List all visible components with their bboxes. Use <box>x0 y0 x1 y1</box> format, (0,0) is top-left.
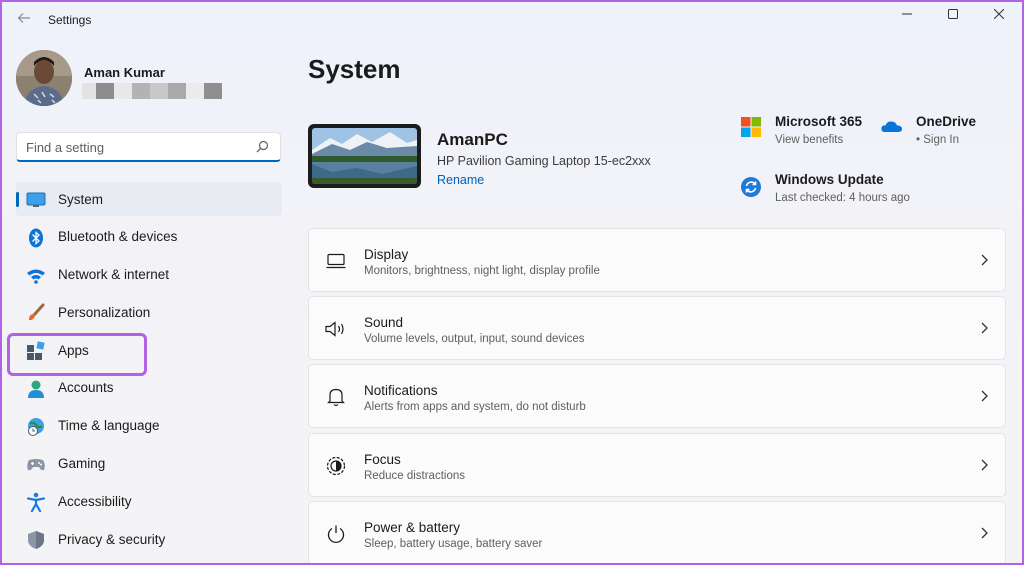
card-subtitle: Reduce distractions <box>364 469 465 482</box>
card-subtitle: Alerts from apps and system, do not dist… <box>364 401 586 414</box>
sidebar-item-label: Privacy & security <box>58 531 166 547</box>
gamepad-icon <box>26 455 46 475</box>
accounts-icon <box>26 379 46 399</box>
card-title: Focus <box>364 451 401 467</box>
chevron-right-icon <box>979 253 989 267</box>
notifications-card[interactable]: Notifications Alerts from apps and syste… <box>308 364 1006 429</box>
search-box[interactable] <box>16 132 281 162</box>
sidebar-item-privacy[interactable]: Privacy & security <box>16 522 282 556</box>
app-title: Settings <box>48 13 92 27</box>
wifi-icon <box>26 266 46 286</box>
sidebar-item-label: Time & language <box>58 418 160 434</box>
card-title: Notifications <box>364 383 438 399</box>
sidebar-item-gaming[interactable]: Gaming <box>16 447 282 481</box>
chevron-right-icon <box>979 458 989 472</box>
sidebar-item-label: Gaming <box>58 456 106 472</box>
sidebar-item-network[interactable]: Network & internet <box>16 258 282 292</box>
search-input[interactable] <box>26 133 246 161</box>
device-model: HP Pavilion Gaming Laptop 15-ec2xxx <box>437 154 651 168</box>
profile-email-redacted <box>82 83 222 99</box>
sidebar-item-system[interactable]: System <box>16 182 282 216</box>
sync-icon <box>740 174 762 197</box>
bluetooth-icon <box>26 228 46 248</box>
quick-link-subtitle: View benefits <box>775 134 844 146</box>
sidebar-item-time-language[interactable]: Time & language <box>16 409 282 443</box>
back-arrow-icon[interactable] <box>14 11 34 31</box>
page-title: System <box>308 54 401 84</box>
chevron-right-icon <box>979 321 989 335</box>
card-title: Power & battery <box>364 519 461 535</box>
focus-icon <box>325 456 347 476</box>
sidebar-item-accounts[interactable]: Accounts <box>16 371 282 405</box>
sidebar-item-label: Network & internet <box>58 267 170 283</box>
speaker-icon <box>325 319 347 339</box>
title-bar: Settings <box>2 2 1022 38</box>
power-icon <box>325 524 347 544</box>
quick-link-title: Windows Update <box>775 172 884 187</box>
paintbrush-icon <box>26 303 46 323</box>
sound-card[interactable]: Sound Volume levels, output, input, soun… <box>308 296 1006 361</box>
display-card[interactable]: Display Monitors, brightness, night ligh… <box>308 228 1006 292</box>
card-subtitle: Monitors, brightness, night light, displ… <box>364 265 600 277</box>
maximize-icon[interactable] <box>930 2 976 26</box>
sidebar: Aman Kumar System <box>2 38 294 563</box>
globe-clock-icon <box>26 417 46 437</box>
quick-link-title: OneDrive <box>916 114 977 129</box>
system-display-icon <box>26 190 46 210</box>
card-title: Display <box>364 247 409 262</box>
quick-link-title: Microsoft 365 <box>775 114 863 129</box>
sidebar-item-label: System <box>58 191 104 207</box>
chevron-right-icon <box>979 526 989 540</box>
quick-link-subtitle: Last checked: 4 hours ago <box>775 192 910 204</box>
card-title: Sound <box>364 315 404 331</box>
microsoft-logo-icon <box>740 116 762 138</box>
main-content: System AmanPC HP Pavilion Gaming Laptop … <box>294 38 1022 563</box>
chevron-right-icon <box>979 389 989 403</box>
monitor-icon <box>325 251 347 271</box>
focus-card[interactable]: Focus Reduce distractions <box>308 432 1006 497</box>
minimize-icon[interactable] <box>884 2 930 26</box>
sidebar-item-accessibility[interactable]: Accessibility <box>16 484 282 518</box>
avatar <box>16 50 72 106</box>
search-icon[interactable] <box>256 140 270 154</box>
sidebar-item-label: Accessibility <box>58 493 132 509</box>
sidebar-item-personalization[interactable]: Personalization <box>16 295 282 329</box>
settings-cards: Display Monitors, brightness, night ligh… <box>308 228 1006 563</box>
apps-highlight-outline <box>7 333 147 376</box>
close-icon[interactable] <box>976 2 1022 26</box>
device-info: AmanPC HP Pavilion Gaming Laptop 15-ec2x… <box>308 124 728 190</box>
settings-window: Settings Aman Kumar Find a setting Syste… <box>0 0 1024 565</box>
quick-link-subtitle: • Sign In <box>916 134 960 146</box>
accessibility-icon <box>26 492 46 513</box>
device-name: AmanPC <box>437 130 508 149</box>
sidebar-item-label: Bluetooth & devices <box>58 229 178 245</box>
bell-icon <box>325 387 347 407</box>
device-wallpaper-thumbnail <box>308 124 421 188</box>
sidebar-item-label: Accounts <box>58 380 114 396</box>
user-profile[interactable]: Aman Kumar <box>16 50 286 108</box>
sidebar-item-bluetooth[interactable]: Bluetooth & devices <box>16 220 282 254</box>
profile-name: Aman Kumar <box>84 65 165 80</box>
shield-icon <box>26 530 46 550</box>
power-battery-card[interactable]: Power & battery Sleep, battery usage, ba… <box>308 500 1006 563</box>
rename-link[interactable]: Rename <box>437 173 484 187</box>
card-subtitle: Volume levels, output, input, sound devi… <box>364 333 585 346</box>
cloud-icon <box>881 116 903 138</box>
card-subtitle: Sleep, battery usage, battery saver <box>364 537 543 550</box>
sidebar-item-label: Personalization <box>58 304 151 320</box>
window-controls <box>884 2 1022 26</box>
